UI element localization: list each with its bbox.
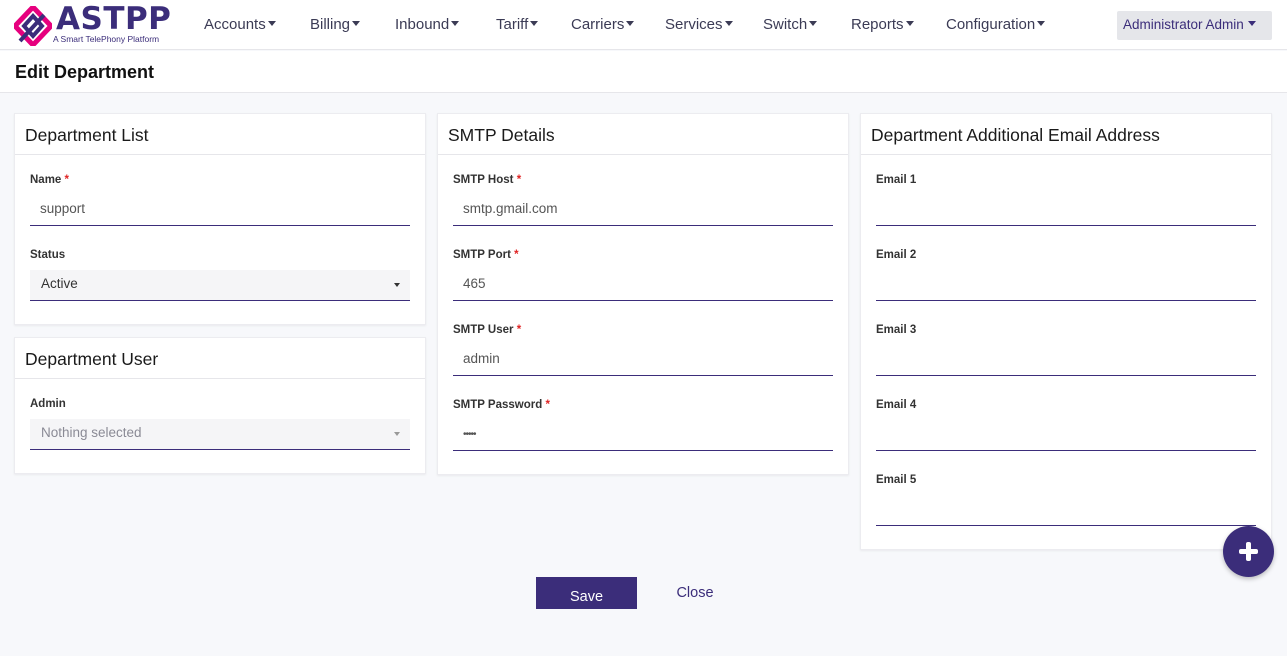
- name-input[interactable]: support: [30, 195, 410, 226]
- caret-down-icon: [451, 21, 460, 27]
- email-5-label: Email 5: [876, 474, 917, 486]
- department-user-card: Department User Admin Nothing selected: [14, 337, 426, 474]
- brand-name: ASTPP: [56, 1, 172, 37]
- nav-label: Reports: [851, 16, 904, 33]
- nav-reports[interactable]: Reports: [851, 16, 914, 33]
- email-3-input[interactable]: [876, 345, 1256, 376]
- caret-down-icon: [1247, 21, 1256, 27]
- smtp-host-field: SMTP Host * smtp.gmail.com: [453, 174, 833, 226]
- smtp-password-label: SMTP Password *: [453, 399, 550, 411]
- card-title: Department User: [15, 338, 425, 379]
- smtp-user-input[interactable]: admin: [453, 345, 833, 376]
- name-field: Name * support: [30, 174, 410, 226]
- email-2-field: Email 2: [876, 249, 1256, 301]
- save-button[interactable]: Save: [536, 577, 637, 609]
- page-header: Edit Department: [0, 51, 1287, 93]
- add-plus-fab-button[interactable]: [1223, 526, 1274, 577]
- email-1-field: Email 1: [876, 174, 1256, 226]
- admin-field: Admin Nothing selected: [30, 398, 410, 450]
- status-value: Active: [41, 276, 78, 291]
- user-name: Administrator Admin: [1123, 17, 1244, 32]
- nav-label: Tariff: [496, 16, 529, 33]
- nav-services[interactable]: Services: [665, 16, 733, 33]
- nav-inbound[interactable]: Inbound: [395, 16, 460, 33]
- nav-label: Switch: [763, 16, 808, 33]
- admin-value: Nothing selected: [41, 425, 142, 440]
- smtp-password-input[interactable]: •••••: [453, 420, 833, 451]
- close-button[interactable]: Close: [665, 577, 725, 609]
- smtp-details-card: SMTP Details SMTP Host * smtp.gmail.com …: [437, 113, 849, 475]
- nav-label: Billing: [310, 16, 351, 33]
- smtp-host-input[interactable]: smtp.gmail.com: [453, 195, 833, 226]
- email-4-label: Email 4: [876, 399, 917, 411]
- page-title: Edit Department: [15, 62, 155, 82]
- required-mark: *: [514, 249, 519, 261]
- smtp-user-field: SMTP User * admin: [453, 324, 833, 376]
- top-navbar: ASTPP A Smart TelePhony Platform Account…: [0, 0, 1287, 50]
- required-mark: *: [64, 174, 70, 186]
- smtp-password-field: SMTP Password * •••••: [453, 399, 833, 451]
- smtp-user-label: SMTP User *: [453, 324, 522, 336]
- astpp-logo[interactable]: ASTPP A Smart TelePhony Platform: [14, 1, 174, 46]
- admin-label: Admin: [30, 398, 66, 410]
- nav-label: Services: [665, 16, 723, 33]
- card-title: Department Additional Email Address: [861, 114, 1271, 155]
- nav-tariff[interactable]: Tariff: [496, 16, 539, 33]
- nav-billing[interactable]: Billing: [310, 16, 361, 33]
- email-5-field: Email 5: [876, 474, 1256, 526]
- required-mark: *: [545, 399, 550, 411]
- email-1-input[interactable]: [876, 195, 1256, 226]
- nav-accounts[interactable]: Accounts: [204, 16, 276, 33]
- nav-label: Inbound: [395, 16, 450, 33]
- additional-email-card: Department Additional Email Address Emai…: [860, 113, 1272, 550]
- caret-down-icon: [530, 21, 539, 27]
- caret-down-icon: [724, 21, 733, 27]
- nav-switch[interactable]: Switch: [763, 16, 818, 33]
- nav-carriers[interactable]: Carriers: [571, 16, 635, 33]
- status-field: Status Active: [30, 249, 410, 301]
- email-3-field: Email 3: [876, 324, 1256, 376]
- nav-label: Carriers: [571, 16, 625, 33]
- nav-label: Accounts: [204, 16, 266, 33]
- status-label: Status: [30, 249, 66, 261]
- caret-down-icon: [626, 21, 635, 27]
- email-5-input[interactable]: [876, 495, 1256, 526]
- card-title: SMTP Details: [438, 114, 848, 155]
- caret-down-icon: [809, 21, 818, 27]
- user-menu-button[interactable]: Administrator Admin: [1117, 11, 1272, 40]
- nav-label: Configuration: [946, 16, 1036, 33]
- required-mark: *: [516, 174, 522, 186]
- caret-down-icon: [394, 432, 400, 436]
- name-label: Name *: [30, 174, 70, 186]
- email-4-field: Email 4: [876, 399, 1256, 451]
- caret-down-icon: [352, 21, 361, 27]
- email-1-label: Email 1: [876, 174, 917, 186]
- card-title: Department List: [15, 114, 425, 155]
- email-2-input[interactable]: [876, 270, 1256, 301]
- required-mark: *: [516, 324, 522, 336]
- email-2-label: Email 2: [876, 249, 917, 261]
- caret-down-icon: [1037, 21, 1046, 27]
- smtp-port-label: SMTP Port *: [453, 249, 519, 261]
- admin-select[interactable]: Nothing selected: [30, 419, 410, 450]
- smtp-port-field: SMTP Port * 465: [453, 249, 833, 301]
- status-select[interactable]: Active: [30, 270, 410, 301]
- smtp-port-input[interactable]: 465: [453, 270, 833, 301]
- brand-tagline: A Smart TelePhony Platform: [53, 34, 160, 44]
- caret-down-icon: [394, 283, 400, 287]
- email-4-input[interactable]: [876, 420, 1256, 451]
- nav-configuration[interactable]: Configuration: [946, 16, 1046, 33]
- caret-down-icon: [267, 21, 276, 27]
- smtp-host-label: SMTP Host *: [453, 174, 522, 186]
- astpp-logo-icon: [14, 6, 52, 46]
- email-3-label: Email 3: [876, 324, 917, 336]
- caret-down-icon: [905, 21, 914, 27]
- department-list-card: Department List Name * support Status Ac…: [14, 113, 426, 325]
